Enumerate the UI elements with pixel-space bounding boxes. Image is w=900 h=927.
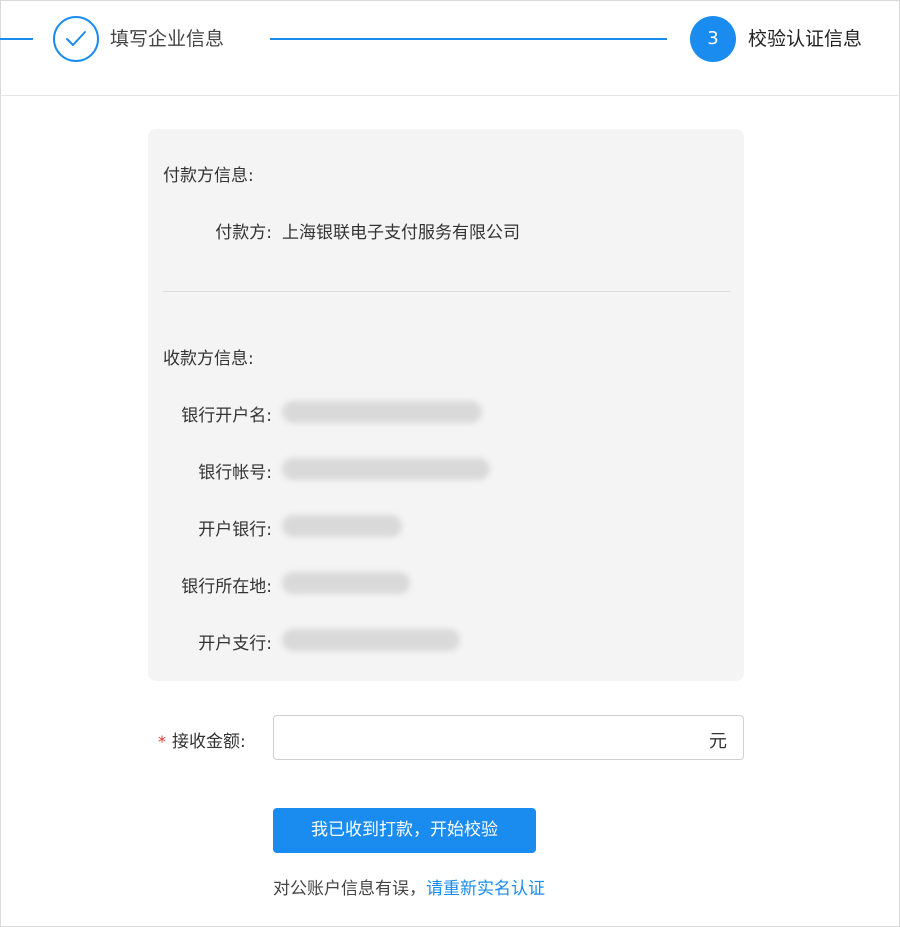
check-icon <box>66 31 86 46</box>
step-1-done-icon <box>53 16 99 62</box>
bank-name-redacted <box>282 515 402 537</box>
step-3-number-badge: 3 <box>690 16 736 62</box>
bank-location-label: 银行所在地: <box>181 577 272 597</box>
bank-location-redacted <box>282 572 410 594</box>
amount-label: * 接收金额: <box>158 727 246 752</box>
bank-account-name-label: 银行开户名: <box>181 406 272 426</box>
step-3-label: 校验认证信息 <box>748 28 863 50</box>
bank-branch-label: 开户支行: <box>198 634 272 654</box>
amount-input[interactable] <box>282 722 692 754</box>
bank-branch-redacted <box>282 629 460 651</box>
amount-field[interactable]: 元 <box>273 715 744 760</box>
amount-label-text: 接收金额: <box>172 732 246 752</box>
payer-section-title: 付款方信息: <box>163 166 254 186</box>
bank-account-name-redacted <box>282 401 482 423</box>
bank-name-label: 开户银行: <box>198 520 272 540</box>
footer-note: 对公账户信息有误，请重新实名认证 <box>273 874 545 899</box>
step-1-label: 填写企业信息 <box>110 28 225 50</box>
step-connector-middle <box>270 38 667 40</box>
bank-account-number-redacted <box>282 458 490 480</box>
amount-unit: 元 <box>709 731 727 752</box>
payee-section-title: 收款方信息: <box>163 349 254 369</box>
footer-note-text: 对公账户信息有误， <box>273 879 426 899</box>
payer-value: 上海银联电子支付服务有限公司 <box>282 223 520 243</box>
section-divider <box>163 291 730 292</box>
reverify-link[interactable]: 请重新实名认证 <box>426 879 545 899</box>
step-connector-left <box>0 38 33 40</box>
bank-account-number-label: 银行帐号: <box>198 463 272 483</box>
progress-steps: 填写企业信息 3 校验认证信息 <box>0 0 900 96</box>
payer-label: 付款方: <box>215 223 272 243</box>
account-info-card: 付款方信息: 付款方: 上海银联电子支付服务有限公司 收款方信息: 银行开户名:… <box>148 129 744 681</box>
start-verification-button[interactable]: 我已收到打款，开始校验 <box>273 808 536 853</box>
required-mark: * <box>158 732 166 751</box>
